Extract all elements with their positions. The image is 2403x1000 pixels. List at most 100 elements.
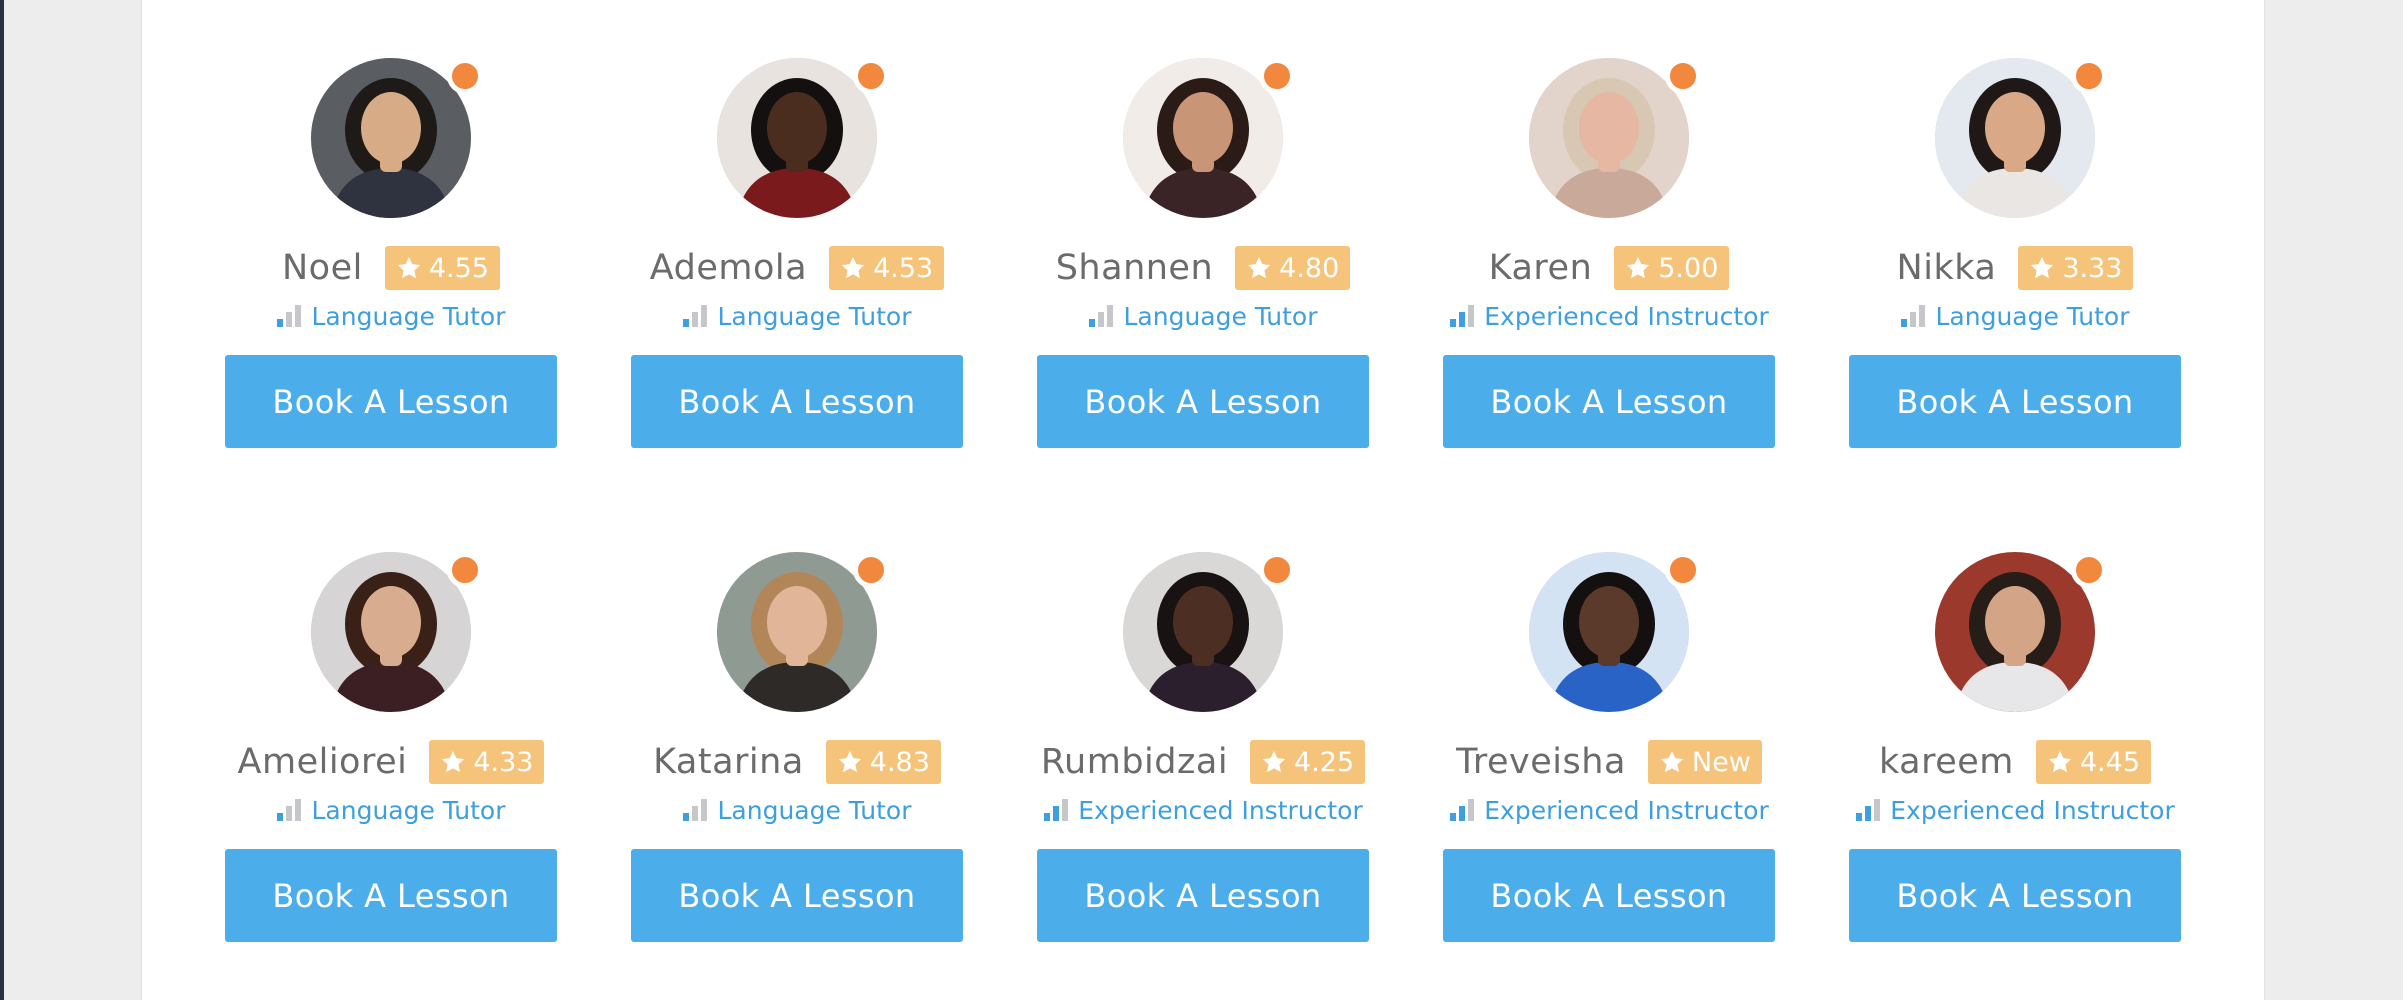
book-lesson-button-shannen[interactable]: Book A Lesson: [1037, 355, 1369, 448]
tutor-avatar[interactable]: [311, 552, 471, 712]
book-lesson-button-katarina[interactable]: Book A Lesson: [631, 849, 963, 942]
tutor-card-karen: Karen 5.00 Experienced Instructor Book A…: [1443, 58, 1775, 448]
tutor-card-kareem: kareem 4.45 Experienced Instructor Book …: [1849, 552, 2181, 942]
star-icon: [1660, 750, 1684, 773]
tutor-avatar[interactable]: [1529, 58, 1689, 218]
tutor-level-label: Experienced Instructor: [1890, 795, 2175, 825]
avatar-photo: [311, 58, 471, 218]
tutor-name[interactable]: Shannen: [1056, 248, 1213, 288]
level-bars-icon: [1450, 305, 1475, 327]
star-icon: [2031, 256, 2054, 279]
tutor-avatar[interactable]: [1123, 552, 1283, 712]
avatar-container[interactable]: [1935, 552, 2107, 712]
rating-value: 4.83: [869, 746, 930, 778]
sidebar-edge: [0, 0, 4, 1000]
avatar-container[interactable]: [717, 552, 889, 712]
book-lesson-button-nikka[interactable]: Book A Lesson: [1849, 355, 2181, 448]
book-lesson-button-treveisha[interactable]: Book A Lesson: [1443, 849, 1775, 942]
tutor-avatar[interactable]: [1123, 58, 1283, 218]
name-row: kareem 4.45: [1879, 738, 2151, 786]
tutor-card-nikka: Nikka 3.33 Language Tutor Book A Lesson: [1849, 58, 2181, 448]
star-icon: [1262, 750, 1286, 773]
name-row: Treveisha New: [1456, 738, 1762, 786]
rating-value: 4.33: [473, 746, 534, 778]
star-icon: [442, 750, 465, 773]
tutor-avatar[interactable]: [1935, 552, 2095, 712]
tutor-level: Language Tutor: [682, 298, 912, 334]
avatar-photo: [1123, 552, 1283, 712]
avatar-container[interactable]: [1529, 58, 1701, 218]
avatar-photo: [1123, 58, 1283, 218]
tutor-name[interactable]: Ademola: [650, 248, 807, 288]
avatar-container[interactable]: [1529, 552, 1701, 712]
tutor-name[interactable]: Karen: [1489, 248, 1593, 288]
tutor-avatar[interactable]: [311, 58, 471, 218]
tutor-level-label: Experienced Instructor: [1078, 795, 1363, 825]
tutor-level-label: Language Tutor: [1935, 301, 2130, 331]
rating-badge: 4.33: [429, 740, 545, 784]
book-lesson-button-ameliorei[interactable]: Book A Lesson: [225, 849, 557, 942]
avatar-container[interactable]: [311, 58, 483, 218]
level-bars-icon: [1044, 799, 1069, 821]
tutor-name[interactable]: Ameliorei: [238, 742, 408, 782]
tutor-level-label: Language Tutor: [311, 301, 506, 331]
tutor-name[interactable]: Katarina: [653, 742, 804, 782]
name-row: Rumbidzai 4.25: [1041, 738, 1366, 786]
level-bars-icon: [683, 799, 708, 821]
tutor-avatar[interactable]: [1529, 552, 1689, 712]
rating-badge: 4.45: [2035, 740, 2151, 784]
rating-badge: 3.33: [2018, 246, 2134, 290]
tutor-avatar[interactable]: [1935, 58, 2095, 218]
tutor-name[interactable]: Noel: [282, 248, 363, 288]
tutor-card-rumbidzai: Rumbidzai 4.25 Experienced Instructor Bo…: [1037, 552, 1369, 942]
rating-badge: 4.80: [1235, 246, 1351, 290]
tutor-name[interactable]: kareem: [1879, 742, 2014, 782]
star-icon: [1247, 256, 1271, 279]
star-icon: [397, 256, 421, 279]
tutor-card-ademola: Ademola 4.53 Language Tutor Book A Lesso…: [631, 58, 963, 448]
avatar-photo: [1935, 552, 2095, 712]
tutor-level: Language Tutor: [1088, 298, 1318, 334]
avatar-container[interactable]: [1935, 58, 2107, 218]
book-lesson-button-ademola[interactable]: Book A Lesson: [631, 355, 963, 448]
book-lesson-button-noel[interactable]: Book A Lesson: [225, 355, 557, 448]
rating-value: 4.80: [1279, 252, 1340, 284]
book-lesson-button-kareem[interactable]: Book A Lesson: [1849, 849, 2181, 942]
tutor-name[interactable]: Treveisha: [1456, 742, 1626, 782]
online-status-dot: [2071, 552, 2107, 588]
rating-badge: 4.83: [825, 740, 941, 784]
avatar-photo: [1529, 552, 1689, 712]
star-icon: [838, 750, 861, 773]
name-row: Shannen 4.80: [1056, 244, 1351, 292]
tutor-avatar[interactable]: [717, 58, 877, 218]
tutor-card-shannen: Shannen 4.80 Language Tutor Book A Lesso…: [1037, 58, 1369, 448]
tutor-avatar[interactable]: [717, 552, 877, 712]
name-row: Karen 5.00: [1489, 244, 1730, 292]
rating-badge: 5.00: [1614, 246, 1730, 290]
tutor-level: Language Tutor: [682, 792, 912, 828]
online-status-dot: [1259, 58, 1295, 94]
level-bars-icon: [1089, 305, 1114, 327]
online-status-dot: [2071, 58, 2107, 94]
rating-value: 4.25: [1294, 746, 1355, 778]
book-lesson-button-karen[interactable]: Book A Lesson: [1443, 355, 1775, 448]
book-lesson-button-rumbidzai[interactable]: Book A Lesson: [1037, 849, 1369, 942]
tutor-name[interactable]: Rumbidzai: [1041, 742, 1228, 782]
online-status-dot: [1665, 58, 1701, 94]
tutor-card-treveisha: Treveisha New Experienced Instructor Boo…: [1443, 552, 1775, 942]
rating-value: 5.00: [1658, 252, 1719, 284]
avatar-container[interactable]: [1123, 552, 1295, 712]
rating-badge: 4.25: [1250, 740, 1366, 784]
avatar-container[interactable]: [311, 552, 483, 712]
rating-badge: New: [1647, 740, 1762, 784]
star-icon: [841, 256, 865, 279]
tutor-level-label: Language Tutor: [717, 301, 912, 331]
tutor-level: Language Tutor: [276, 298, 506, 334]
avatar-container[interactable]: [1123, 58, 1295, 218]
tutor-name[interactable]: Nikka: [1897, 248, 1997, 288]
name-row: Ameliorei 4.33: [238, 738, 545, 786]
tutor-level-label: Language Tutor: [1123, 301, 1318, 331]
star-icon: [1627, 256, 1650, 279]
avatar-container[interactable]: [717, 58, 889, 218]
tutor-level-label: Experienced Instructor: [1484, 795, 1769, 825]
